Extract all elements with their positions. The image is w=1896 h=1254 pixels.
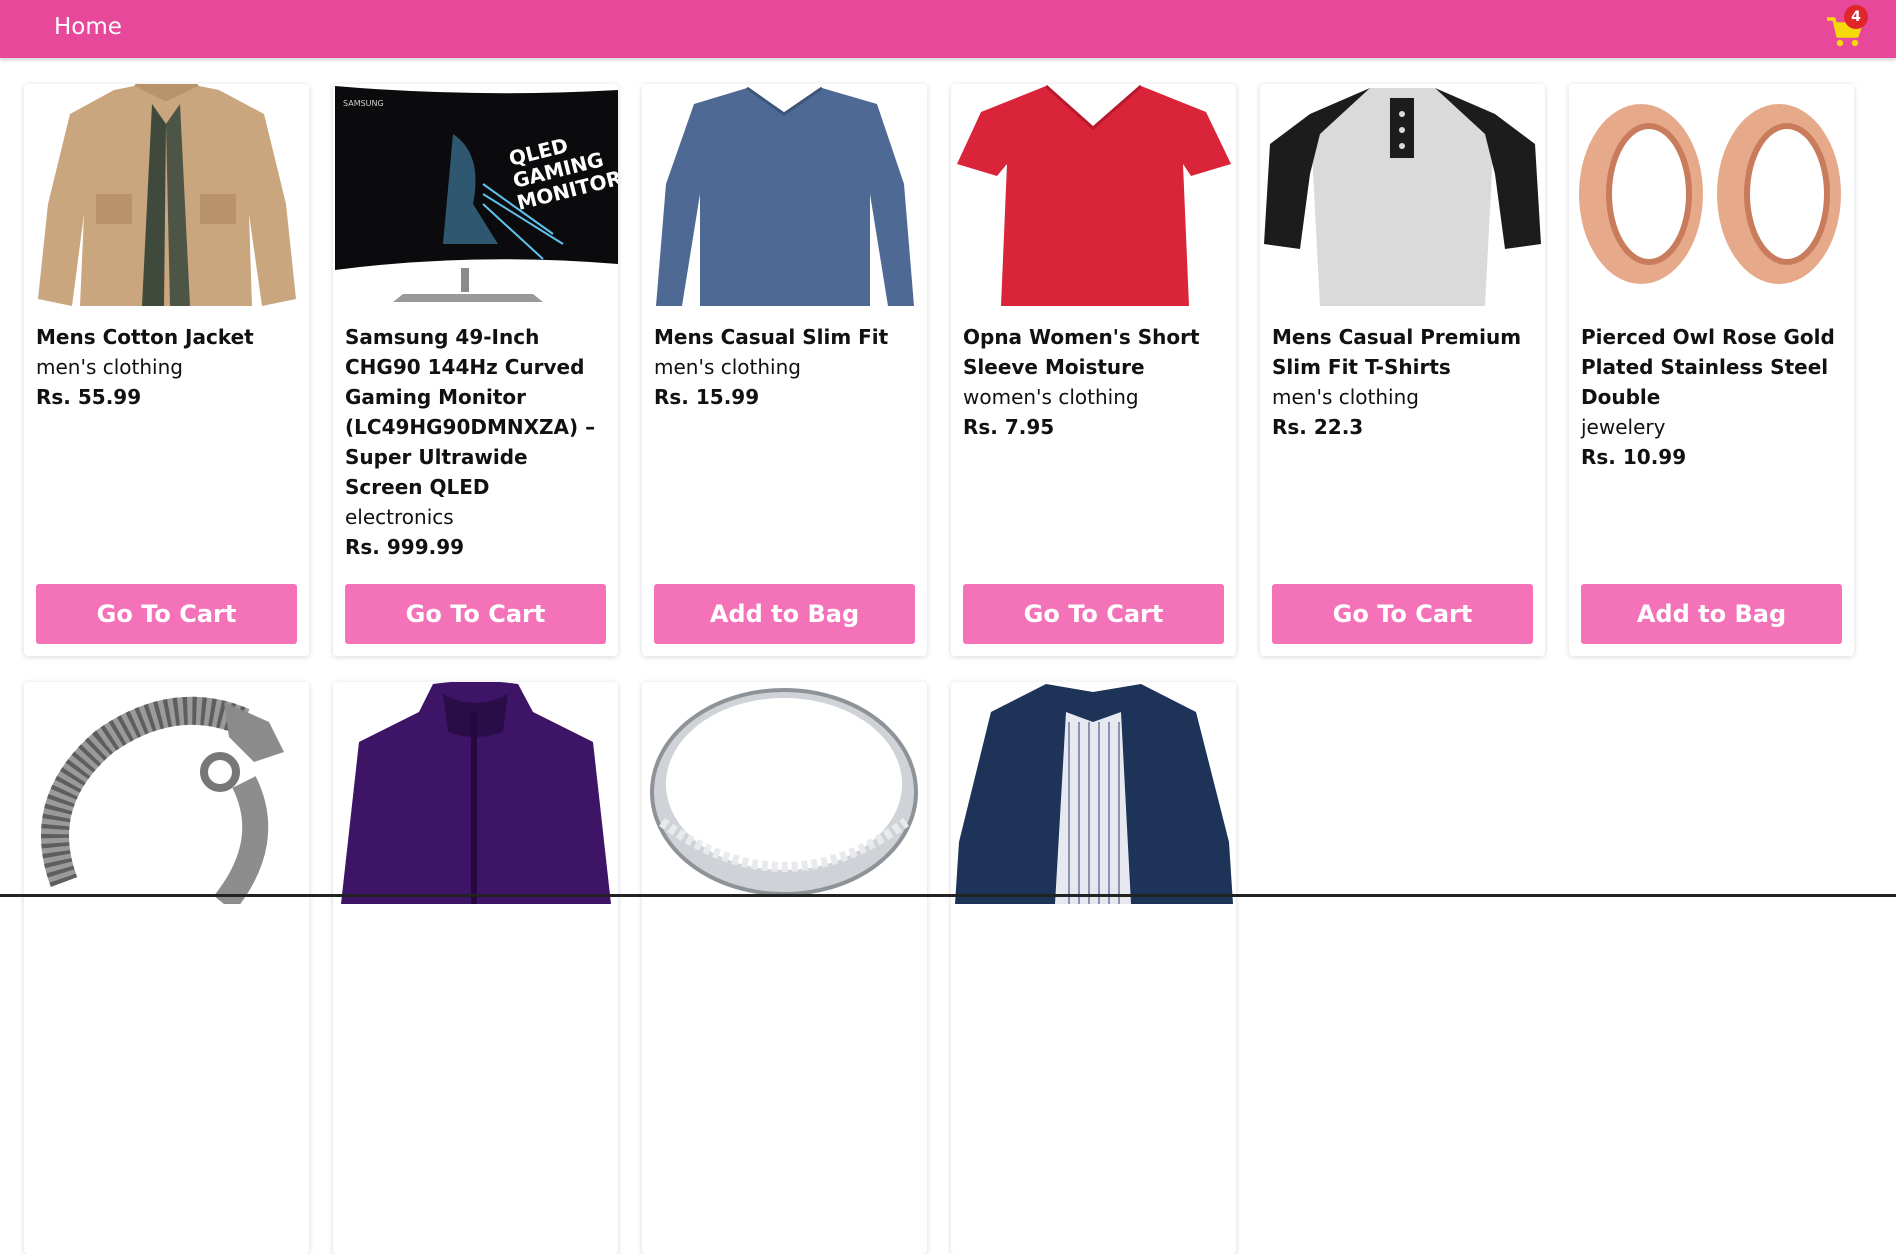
product-image-raglan-shirt[interactable] (1260, 84, 1545, 306)
product-name: Mens Casual Slim Fit (654, 325, 889, 349)
product-info: Samsung 49-Inch CHG90 144Hz Curved Gamin… (345, 322, 607, 562)
product-info: Pierced Owl Rose Gold Plated Stainless S… (1581, 322, 1843, 472)
product-info: Mens Cotton Jacket men's clothing Rs. 55… (36, 322, 298, 412)
product-category: jewelery (1581, 415, 1666, 439)
product-category: women's clothing (963, 385, 1139, 409)
product-image-silver-ring[interactable] (642, 682, 927, 904)
product-card: Pierced Owl Rose Gold Plated Stainless S… (1569, 84, 1854, 656)
go-to-cart-button[interactable]: Go To Cart (345, 584, 606, 644)
product-card (642, 682, 927, 1254)
product-card: Mens Casual Slim Fit men's clothing Rs. … (642, 84, 927, 656)
go-to-cart-button[interactable]: Go To Cart (36, 584, 297, 644)
product-image-rose-gold-plugs[interactable] (1569, 84, 1854, 306)
go-to-cart-button[interactable]: Go To Cart (1272, 584, 1533, 644)
product-card (24, 682, 309, 1254)
product-name: Opna Women's Short Sleeve Moisture (963, 325, 1200, 379)
monitor-image-text: SAMSUNG (343, 99, 384, 108)
product-info: Opna Women's Short Sleeve Moisture women… (963, 322, 1225, 442)
product-image-purple-jacket[interactable] (333, 682, 618, 904)
product-image-dragon-bracelet[interactable] (24, 682, 309, 904)
product-card: SAMSUNG QLED GAMING MONITOR Samsung 49-I… (333, 84, 618, 656)
product-name: Pierced Owl Rose Gold Plated Stainless S… (1581, 325, 1835, 409)
product-image-curved-monitor[interactable]: SAMSUNG QLED GAMING MONITOR (333, 84, 618, 306)
product-info: Mens Casual Slim Fit men's clothing Rs. … (654, 322, 916, 412)
add-to-bag-button[interactable]: Add to Bag (654, 584, 915, 644)
product-category: electronics (345, 505, 454, 529)
product-card (951, 682, 1236, 1254)
product-card (333, 682, 618, 1254)
product-info: Mens Casual Premium Slim Fit T-Shirts me… (1272, 322, 1534, 442)
product-name: Mens Casual Premium Slim Fit T-Shirts (1272, 325, 1522, 379)
product-image-beige-jacket[interactable] (24, 84, 309, 306)
product-card: Mens Casual Premium Slim Fit T-Shirts me… (1260, 84, 1545, 656)
product-grid: Mens Cotton Jacket men's clothing Rs. 55… (24, 84, 1854, 1254)
product-image-navy-jacket[interactable] (951, 682, 1236, 904)
product-card: Mens Cotton Jacket men's clothing Rs. 55… (24, 84, 309, 656)
product-price: Rs. 22.3 (1272, 415, 1364, 439)
go-to-cart-button[interactable]: Go To Cart (963, 584, 1224, 644)
product-image-red-tshirt[interactable] (951, 84, 1236, 306)
product-category: men's clothing (36, 355, 183, 379)
product-category: men's clothing (654, 355, 801, 379)
product-price: Rs. 7.95 (963, 415, 1055, 439)
product-name: Samsung 49-Inch CHG90 144Hz Curved Gamin… (345, 325, 596, 499)
product-card: Opna Women's Short Sleeve Moisture women… (951, 84, 1236, 656)
product-image-blue-longsleeve[interactable] (642, 84, 927, 306)
cart-count-badge: 4 (1844, 5, 1868, 29)
product-name: Mens Cotton Jacket (36, 325, 254, 349)
product-category: men's clothing (1272, 385, 1419, 409)
product-price: Rs. 10.99 (1581, 445, 1687, 469)
add-to-bag-button[interactable]: Add to Bag (1581, 584, 1842, 644)
navbar: Home 4 (0, 0, 1896, 58)
product-price: Rs. 999.99 (345, 535, 465, 559)
cart-button[interactable]: 4 (1822, 5, 1868, 50)
product-price: Rs. 55.99 (36, 385, 142, 409)
product-price: Rs. 15.99 (654, 385, 760, 409)
nav-home-link[interactable]: Home (54, 14, 122, 40)
